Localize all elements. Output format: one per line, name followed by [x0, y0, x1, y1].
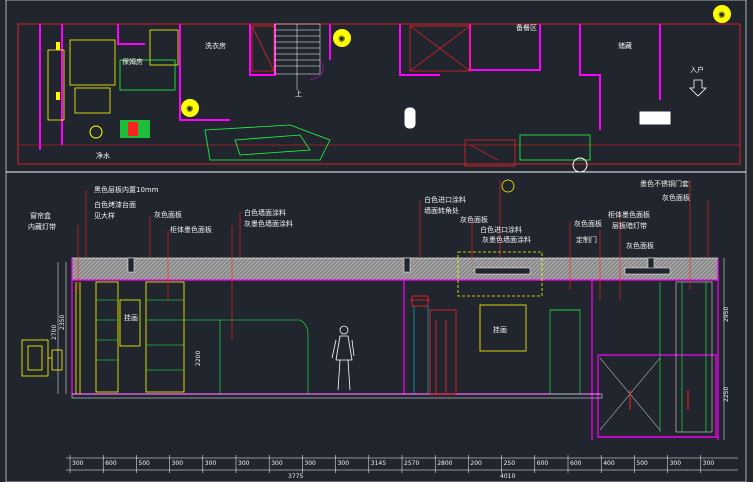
person-figure	[331, 325, 355, 391]
dim-bottom-1: 3775	[288, 473, 303, 480]
callout-10: 白色进口涂料	[424, 195, 466, 204]
callout-16: 定制门	[576, 235, 597, 244]
room-kitchen: 备餐区	[516, 23, 537, 32]
stairs-up-label: 上	[295, 89, 302, 98]
svg-text:✺: ✺	[718, 11, 726, 21]
level-symbol-2: ✺	[181, 99, 199, 117]
room-entry: 入户	[690, 65, 704, 74]
elevation: 挂画 挂画 黑色层板内置10mm 白色烤漆台面 见大样 窗帘盒 内藏灯带 灰色面…	[5, 171, 747, 482]
dimension-label: 300	[338, 460, 350, 467]
svg-text:✺: ✺	[338, 35, 346, 45]
callout-3: 见大样	[94, 211, 115, 220]
callout-13: 白色进口涂料	[480, 225, 522, 234]
svg-text:✺: ✺	[186, 105, 194, 115]
stairs	[274, 23, 324, 90]
level-symbol-3: ✺	[713, 5, 731, 23]
dimension-label: 300	[72, 460, 84, 467]
callout-12: 灰色面板	[460, 215, 488, 224]
curtain-box	[21, 339, 63, 377]
callout-20: 墨色不锈钢门套	[640, 179, 689, 188]
dimension-label: 300	[205, 460, 217, 467]
callout-7: 柜体墨色面板	[170, 225, 212, 234]
panel-label-1: 挂画	[124, 313, 138, 322]
room-storage: 储藏	[618, 41, 632, 50]
panel-label-2: 挂画	[493, 325, 507, 334]
callout-15: 灰色面板	[574, 219, 602, 228]
dimension-label: 600	[105, 460, 117, 467]
dimension-label: 300	[238, 460, 250, 467]
height-dims: 2700 2350 2200 2950 2250	[51, 258, 730, 440]
callout-8: 白色墙面涂料	[244, 208, 286, 217]
dimension-label: 500	[138, 460, 150, 467]
dimension-label: 300	[172, 460, 184, 467]
dimension-label: 600	[537, 460, 549, 467]
callout-6: 灰色面板	[154, 210, 182, 219]
dimension-label: 250	[504, 460, 516, 467]
height-left-2: 2350	[59, 315, 66, 330]
height-mid: 2200	[195, 351, 202, 366]
dimension-label: 600	[570, 460, 582, 467]
dimension-label: 2800	[437, 460, 452, 467]
level-symbol-1: ✺	[333, 29, 351, 47]
callout-17: 柜体墨色面板	[608, 210, 650, 219]
dimension-label: 300	[703, 460, 715, 467]
callout-18: 层板暗灯带	[612, 221, 647, 230]
dimension-label: 300	[670, 460, 682, 467]
callout-1: 黑色层板内置10mm	[94, 185, 159, 194]
entry-arrow-icon	[689, 79, 707, 97]
callout-5: 内藏灯带	[28, 222, 56, 231]
callout-4: 窗帘盒	[30, 211, 51, 220]
callout-21: 灰色面板	[662, 193, 690, 202]
callout-2: 白色烤漆台面	[94, 200, 136, 209]
dimension-label: 400	[603, 460, 615, 467]
dim-bottom-2: 4010	[500, 473, 515, 480]
dimension-label: 500	[636, 460, 648, 467]
room-water: 净水	[96, 151, 110, 160]
floor-plan: ✺ ✺ ✺ 洗衣房 保姆房 净水 备餐区 储藏 入户 上	[5, 0, 747, 173]
callout-9: 灰墨色墙面涂料	[244, 219, 293, 228]
room-nanny: 保姆房	[122, 57, 143, 66]
dimension-label: 200	[470, 460, 482, 467]
dimension-chain: 300 600 500 300 300 300 300 300 300 3145 2570 2800 2…	[66, 455, 738, 480]
dimension-label: 2570	[404, 460, 419, 467]
dimension-label: 300	[304, 460, 316, 467]
height-left-1: 2700	[51, 325, 58, 340]
cad-drawing: ✺ ✺ ✺ 洗衣房 保姆房 净水 备餐区 储藏 入户 上 挂画 挂画 黑色层板内…	[5, 0, 747, 482]
callout-19: 灰色面板	[626, 241, 654, 250]
dimension-label: 3145	[371, 460, 386, 467]
callout-11: 墙面转角处	[424, 206, 459, 215]
callout-14: 灰墨色墙面涂料	[482, 235, 531, 244]
room-laundry: 洗衣房	[205, 41, 226, 50]
dimension-label: 300	[271, 460, 283, 467]
